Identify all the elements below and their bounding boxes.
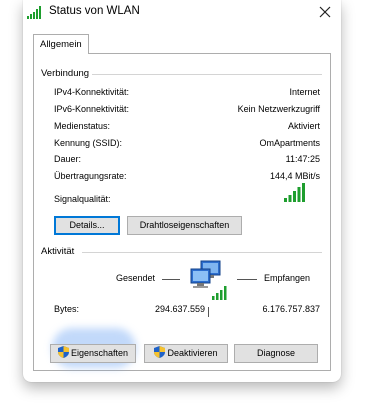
window-title: Status von WLAN (49, 5, 140, 17)
disable-button[interactable]: Deaktivieren (144, 344, 228, 363)
bytes-divider (208, 307, 209, 317)
close-button[interactable] (315, 2, 335, 22)
duration-label: Dauer: (54, 154, 82, 164)
received-line (237, 279, 257, 280)
sent-line (162, 279, 180, 280)
signal-strength-icon (284, 183, 306, 204)
connection-separator (92, 74, 322, 75)
ipv6-value: Kein Netzwerkzugriff (237, 104, 320, 114)
media-status-value: Aktiviert (287, 121, 320, 131)
general-panel: Verbindung IPv4-Konnektivität: Internet … (33, 53, 331, 371)
wifi-signal-icon (27, 6, 43, 19)
title-bar: Status von WLAN (23, 0, 341, 26)
activity-separator (82, 252, 322, 253)
ssid-label: Kennung (SSID): (54, 138, 123, 148)
media-status-label: Medienstatus: (54, 121, 111, 131)
transfer-rate-value: 144,4 MBit/s (269, 171, 320, 181)
bytes-received-value: 6.176.757.837 (262, 304, 320, 314)
wlan-status-dialog: Status von WLAN Allgemein Verbindung IPv… (23, 0, 341, 382)
properties-button-label: Eigenschaften (70, 348, 129, 358)
properties-button[interactable]: Eigenschaften (50, 344, 136, 363)
transfer-rate-label: Übertragungsrate: (54, 171, 127, 181)
wireless-properties-button[interactable]: Drahtloseigenschaften (127, 216, 242, 235)
disable-button-label: Deaktivieren (167, 348, 218, 358)
network-computers-icon (189, 260, 229, 304)
bytes-sent-value: 294.637.559 (154, 304, 205, 314)
activity-section-label: Aktivität (41, 246, 75, 257)
ipv4-label: IPv4-Konnektivität: (54, 87, 130, 97)
ipv6-label: IPv6-Konnektivität: (54, 104, 130, 114)
ipv4-value: Internet (289, 87, 320, 97)
close-icon (319, 6, 331, 18)
diagnose-button[interactable]: Diagnose (234, 344, 318, 363)
bytes-label: Bytes: (54, 304, 80, 314)
connection-section-label: Verbindung (41, 68, 90, 79)
tab-bar: Allgemein (33, 34, 331, 54)
duration-value: 11:47:25 (285, 154, 320, 164)
uac-shield-icon (57, 346, 69, 358)
ssid-value: OmApartments (259, 138, 320, 148)
details-button[interactable]: Details... (54, 216, 120, 235)
uac-shield-icon (154, 346, 166, 358)
sent-label: Gesendet (116, 273, 156, 283)
signal-quality-label: Signalqualität: (54, 194, 111, 204)
tab-allgemein[interactable]: Allgemein (33, 34, 89, 54)
received-label: Empfangen (264, 273, 311, 283)
